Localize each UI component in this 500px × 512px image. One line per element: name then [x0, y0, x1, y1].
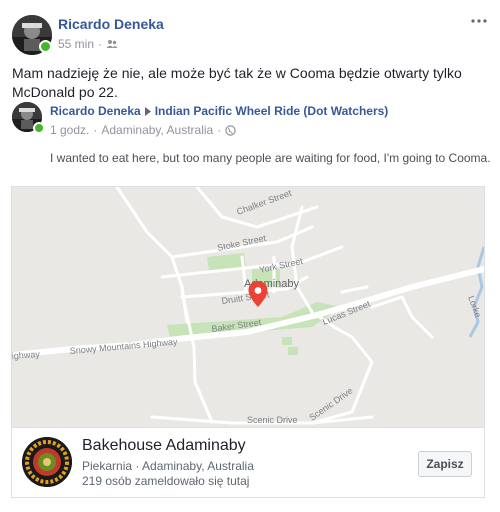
post-author-name[interactable]: Ricardo Deneka [58, 16, 164, 32]
online-indicator [39, 40, 52, 53]
place-name[interactable]: Bakehouse Adaminaby [82, 437, 246, 455]
map-label-highway-left: ighway [12, 349, 41, 361]
shared-location[interactable]: Adaminaby, Australia [101, 123, 213, 137]
post-meta: 55 min · [58, 37, 118, 51]
shared-header: Ricardo Deneka Indian Pacific Wheel Ride… [50, 104, 388, 118]
shared-post-text: I wanted to eat here, but too many peopl… [50, 151, 491, 165]
shared-group-name[interactable]: Indian Pacific Wheel Ride (Dot Watchers) [155, 104, 389, 118]
place-checkins: 219 osób zameldowało się tutaj [82, 474, 250, 488]
map-label-scenic: Scenic Drive [247, 415, 298, 425]
meta-separator: · [98, 37, 103, 51]
place-category-line: Piekarnia · Adaminaby, Australia [82, 459, 254, 474]
friends-icon[interactable] [106, 39, 118, 49]
place-category: Piekarnia [82, 459, 133, 473]
post-text: Mam nadzieję że nie, ale może być tak że… [12, 65, 462, 100]
shared-online-indicator [33, 122, 45, 134]
meta-separator: · [93, 123, 98, 137]
meta-separator: · [217, 123, 222, 137]
shared-time[interactable]: 1 godz. [50, 123, 89, 137]
caret-right-icon [144, 106, 151, 116]
save-button[interactable]: Zapisz [418, 451, 472, 477]
place-location: Adaminaby, Australia [142, 459, 254, 473]
shared-author-name[interactable]: Ricardo Deneka [50, 104, 141, 118]
more-horizontal-icon[interactable] [468, 13, 490, 29]
place-card[interactable]: Chalker Street Stoke Street York Street … [11, 186, 485, 498]
place-logo[interactable] [22, 437, 72, 487]
globe-icon[interactable] [225, 124, 236, 136]
post-time[interactable]: 55 min [58, 37, 94, 51]
map[interactable]: Chalker Street Stoke Street York Street … [12, 187, 484, 427]
place-info: Bakehouse Adaminaby Piekarnia · Adaminab… [12, 427, 484, 498]
shared-meta: 1 godz. · Adaminaby, Australia · [50, 123, 236, 137]
